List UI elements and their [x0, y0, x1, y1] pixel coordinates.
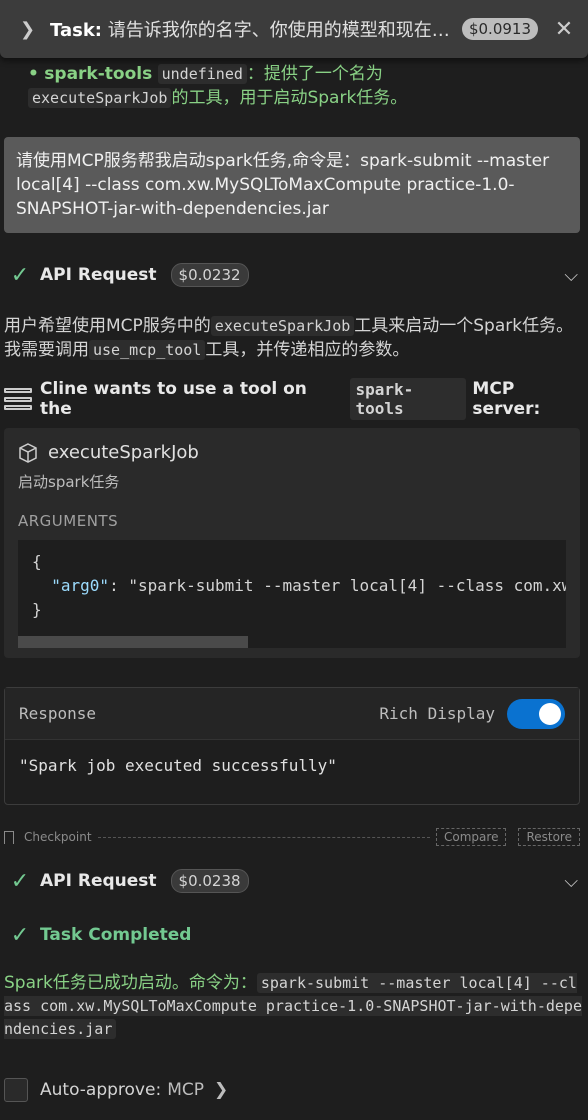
- close-icon[interactable]: ✕: [554, 17, 574, 42]
- check-icon: ✓: [10, 868, 30, 894]
- prev-tool-code: executeSparkJob: [28, 88, 172, 108]
- user-message: 请使用MCP服务帮我启动spark任务,命令是：spark-submit --m…: [4, 137, 580, 233]
- arguments-code[interactable]: { "arg0": "spark-submit --master local[4…: [18, 540, 566, 648]
- auto-approve-checkbox[interactable]: [4, 1078, 28, 1102]
- prev-text-1: ：提供了一个名为: [246, 64, 383, 84]
- response-header: Response Rich Display: [5, 688, 579, 740]
- bullet: •: [28, 64, 39, 84]
- check-icon: ✓: [10, 922, 30, 948]
- check-icon: ✓: [10, 262, 30, 288]
- assistant-part-3: 工具，并传递相应的参数。: [205, 340, 410, 360]
- task-header[interactable]: ❯ Task: 请告诉我你的名字、你使用的模型和现在的时间 $0.0913 ✕: [0, 0, 588, 58]
- task-completed-row: ✓ Task Completed: [0, 918, 588, 952]
- rich-display-label: Rich Display: [379, 704, 495, 723]
- task-completed-label: Task Completed: [40, 925, 192, 945]
- server-icon: [4, 388, 32, 410]
- prev-text-2: 的工具，用于启动Spark任务。: [171, 88, 408, 108]
- tool-card: executeSparkJob 启动spark任务 ARGUMENTS { "a…: [4, 428, 580, 658]
- arg-key: "arg0": [51, 576, 110, 595]
- api-request-row-1[interactable]: ✓ API Request $0.0232 ⌵: [0, 258, 588, 292]
- prev-tool-name: spark-tools: [44, 64, 153, 84]
- task-label: Task:: [50, 20, 102, 41]
- completion-text: Spark任务已成功启动。命令为： spark-submit --master l…: [4, 972, 582, 1041]
- auto-approve-value: MCP: [167, 1080, 204, 1100]
- rich-display-toggle[interactable]: [507, 698, 565, 729]
- response-label: Response: [19, 704, 97, 723]
- assistant-code-1: executeSparkJob: [210, 316, 355, 336]
- api-request-cost: $0.0238: [170, 869, 249, 893]
- checkpoint-divider: [97, 836, 431, 838]
- task-text: 请告诉我你的名字、你使用的模型和现在的时间: [107, 20, 452, 41]
- checkpoint-bar: Checkpoint Compare Restore: [4, 827, 580, 847]
- response-card: Response Rich Display "Spark job execute…: [4, 687, 580, 805]
- bookmark-icon: [4, 830, 14, 844]
- assistant-part-1: 用户希望使用MCP服务中的: [4, 316, 211, 336]
- task-title: Task: 请告诉我你的名字、你使用的模型和现在的时间: [50, 16, 452, 42]
- mcp-use-suffix: MCP server:: [472, 379, 541, 419]
- mcp-server-name: spark-tools: [350, 378, 467, 420]
- chevron-down-icon[interactable]: ⌵: [564, 871, 578, 892]
- assistant-text: 用户希望使用MCP服务中的 executeSparkJob 工具来启动一个Spark…: [4, 314, 582, 362]
- assistant-code-2: use_mcp_tool: [89, 340, 206, 360]
- task-cost-badge: $0.0913: [461, 18, 538, 40]
- mcp-use-prefix: Cline wants to use a tool on the: [39, 379, 307, 419]
- tool-description: 启动spark任务: [18, 473, 120, 491]
- chevron-down-icon[interactable]: ⌵: [564, 265, 578, 286]
- arguments-label: ARGUMENTS: [18, 512, 119, 530]
- api-request-row-2[interactable]: ✓ API Request $0.0238 ⌵: [0, 864, 588, 898]
- chevron-right-icon[interactable]: ❯: [20, 19, 40, 40]
- previous-message: • spark-tools undefined ：提供了一个名为 executeS…: [28, 62, 588, 110]
- auto-approve-bar[interactable]: Auto-approve: MCP ❯: [4, 1078, 228, 1102]
- tool-name-row: executeSparkJob: [18, 442, 566, 463]
- api-request-label: API Request: [40, 265, 157, 285]
- toggle-knob: [539, 702, 561, 725]
- api-request-cost: $0.0232: [170, 263, 249, 287]
- cube-icon: [19, 442, 37, 463]
- auto-approve-label: Auto-approve:: [40, 1080, 162, 1100]
- checkpoint-label: Checkpoint: [24, 830, 92, 844]
- chevron-right-icon[interactable]: ❯: [214, 1080, 228, 1100]
- completion-prefix: Spark任务已成功启动。命令为：: [4, 973, 257, 993]
- horizontal-scrollbar[interactable]: [18, 636, 248, 648]
- arg-value: "spark-submit --master local[4] --class …: [128, 576, 566, 595]
- response-body: "Spark job executed successfully": [19, 756, 337, 775]
- restore-button[interactable]: Restore: [518, 828, 580, 846]
- tool-name: executeSparkJob: [48, 442, 199, 463]
- api-request-label: API Request: [40, 871, 157, 891]
- compare-button[interactable]: Compare: [436, 828, 507, 846]
- mcp-use-header: Cline wants to use a tool on the spark-t…: [0, 378, 588, 420]
- undefined-code: undefined: [157, 64, 247, 84]
